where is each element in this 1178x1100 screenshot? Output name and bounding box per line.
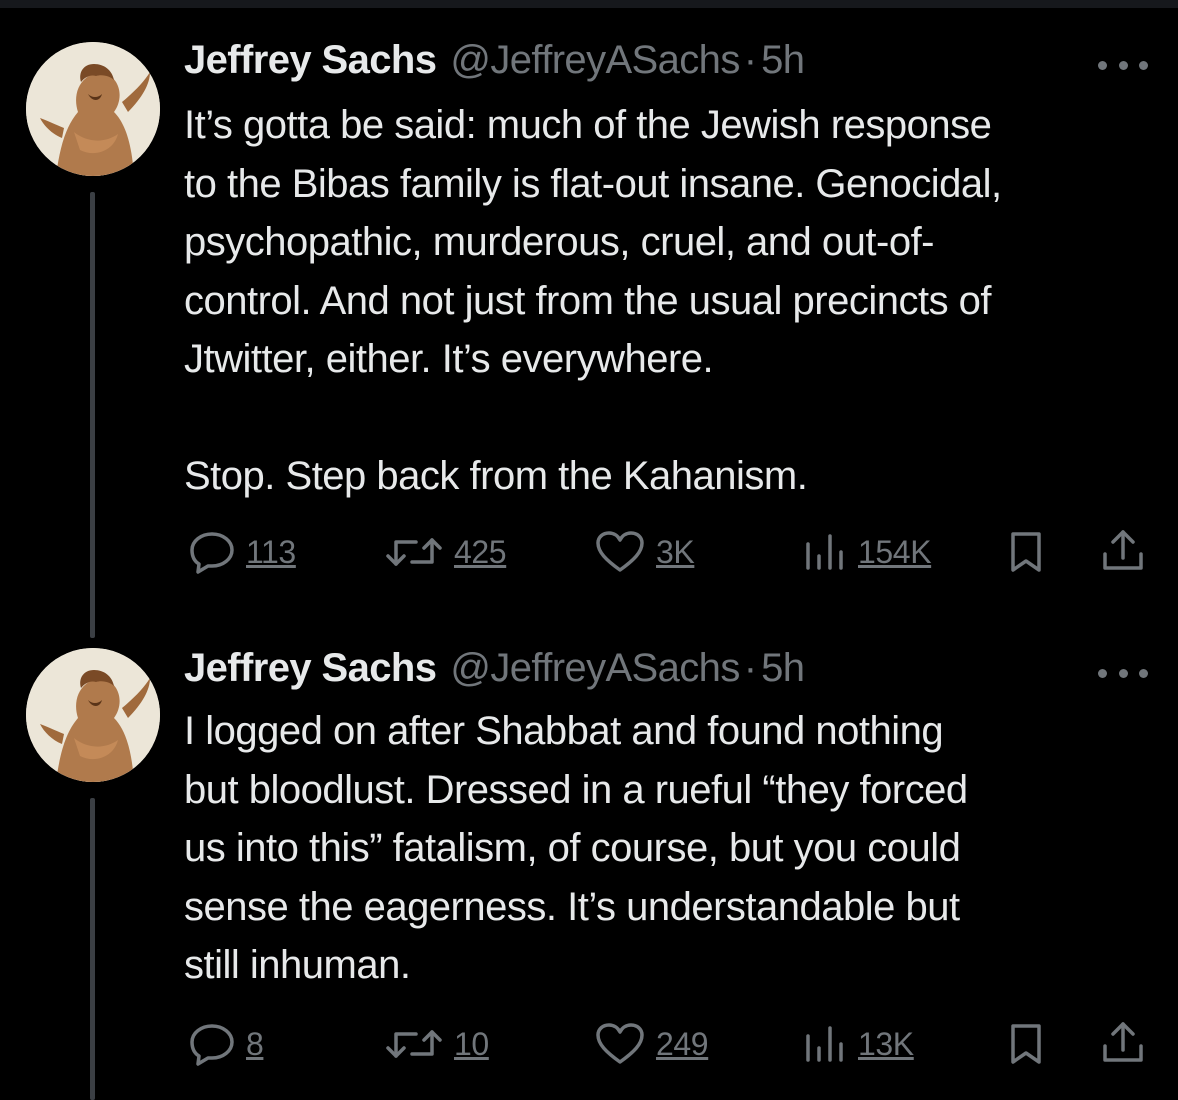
avatar[interactable]	[26, 42, 160, 176]
text-line: Stop. Step back from the Kahanism.	[184, 454, 808, 498]
views-count[interactable]: 13K	[858, 1026, 914, 1063]
separator-dot: ·	[743, 646, 758, 690]
text-line: Jtwitter, either. It’s everywhere.	[184, 337, 714, 381]
like-button[interactable]: 249	[594, 1022, 709, 1066]
tweet-header: Jeffrey Sachs @JeffreyASachs · 5h	[184, 646, 805, 696]
reply-button[interactable]: 113	[188, 530, 296, 574]
repost-button[interactable]: 10	[384, 1022, 489, 1066]
more-icon[interactable]	[1098, 50, 1148, 80]
reply-icon	[190, 532, 234, 574]
views-button[interactable]: 154K	[800, 530, 932, 574]
share-button[interactable]	[1100, 1020, 1146, 1071]
views-count[interactable]: 154K	[858, 534, 932, 571]
text-line: It’s gotta be said: much of the Jewish r…	[184, 103, 992, 147]
author-handle[interactable]: @JeffreyASachs	[450, 646, 740, 691]
share-icon	[1103, 530, 1143, 570]
like-button[interactable]: 3K	[594, 530, 695, 574]
avatar-image	[26, 42, 160, 176]
reply-count[interactable]: 113	[246, 534, 296, 571]
repost-icon	[386, 1030, 442, 1058]
more-dot	[1139, 60, 1148, 70]
more-dot	[1098, 60, 1107, 70]
tweet-1[interactable]: Jeffrey Sachs @JeffreyASachs · 5h It’s g…	[0, 0, 1178, 640]
more-dot	[1139, 668, 1148, 678]
views-button[interactable]: 13K	[800, 1022, 914, 1066]
thread-line	[90, 192, 95, 638]
bookmark-icon	[1011, 1024, 1041, 1064]
text-line: us into this” fatalism, of course, but y…	[184, 826, 961, 870]
bookmark-button[interactable]	[1004, 530, 1048, 579]
timestamp[interactable]: 5h	[761, 38, 805, 83]
views-icon	[806, 1026, 843, 1062]
avatar[interactable]	[26, 648, 160, 782]
text-line: I logged on after Shabbat and found noth…	[184, 709, 944, 753]
author-name[interactable]: Jeffrey Sachs	[184, 38, 437, 83]
reply-icon	[190, 1024, 234, 1066]
author-name[interactable]: Jeffrey Sachs	[184, 646, 437, 691]
bookmark-icon	[1011, 532, 1041, 572]
avatar-image	[26, 648, 160, 782]
more-icon[interactable]	[1098, 658, 1148, 688]
repost-button[interactable]: 425	[384, 530, 507, 574]
text-line: control. And not just from the usual pre…	[184, 278, 992, 323]
repost-count[interactable]: 10	[454, 1026, 489, 1063]
author-handle[interactable]: @JeffreyASachs	[450, 38, 740, 83]
text-line: still inhuman.	[184, 943, 411, 987]
tweet-text: I logged on after Shabbat and found noth…	[184, 702, 1164, 995]
repost-icon	[386, 538, 442, 566]
heart-icon	[596, 1023, 644, 1064]
tweet-header: Jeffrey Sachs @JeffreyASachs · 5h	[184, 38, 805, 88]
views-icon	[806, 534, 843, 570]
more-dot	[1118, 668, 1128, 678]
tweet-2[interactable]: Jeffrey Sachs @JeffreyASachs · 5h I logg…	[0, 640, 1178, 1100]
text-line: to the Bibas family is flat-out insane. …	[184, 161, 1002, 206]
tweet-text: It’s gotta be said: much of the Jewish r…	[184, 96, 1164, 506]
separator-dot: ·	[743, 38, 758, 82]
share-icon	[1103, 1022, 1143, 1062]
share-button[interactable]	[1100, 528, 1146, 579]
repost-count[interactable]: 425	[454, 534, 507, 571]
text-line: psychopathic, murderous, cruel, and out-…	[184, 220, 935, 264]
bookmark-button[interactable]	[1004, 1022, 1048, 1071]
text-line: but bloodlust. Dressed in a rueful “they…	[184, 767, 968, 812]
more-dot	[1118, 60, 1128, 70]
like-count[interactable]: 3K	[656, 534, 695, 571]
reply-count[interactable]: 8	[246, 1026, 264, 1063]
text-line: sense the eagerness. It’s understandable…	[184, 884, 960, 929]
heart-icon	[596, 531, 644, 572]
timestamp[interactable]: 5h	[761, 646, 805, 691]
like-count[interactable]: 249	[656, 1026, 709, 1063]
reply-button[interactable]: 8	[188, 1022, 264, 1066]
more-dot	[1098, 668, 1107, 678]
thread-line	[90, 798, 95, 1100]
